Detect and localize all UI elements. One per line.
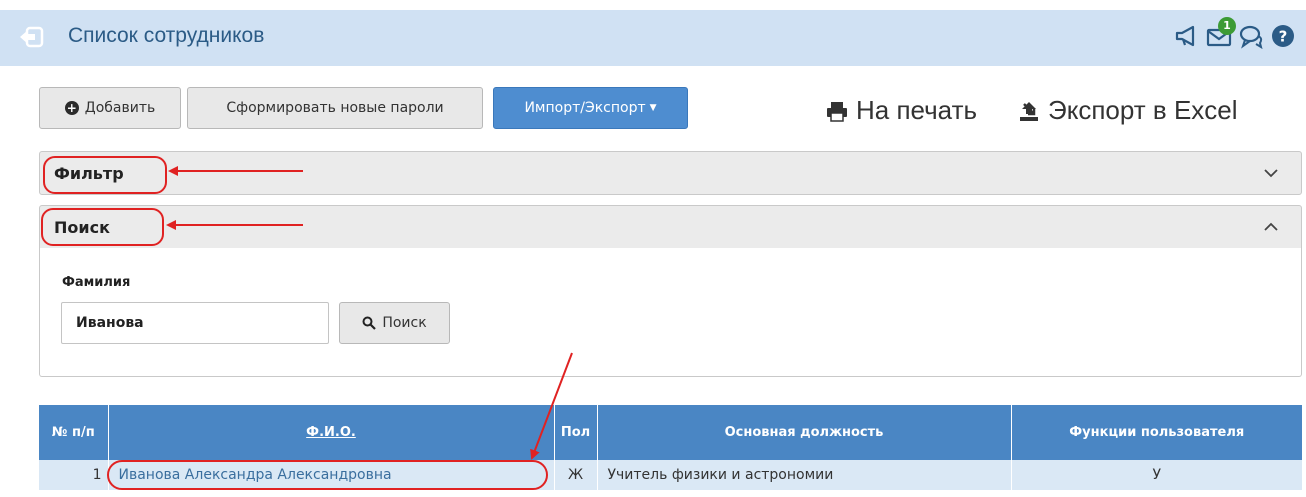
col-header-sex[interactable]: Пол [554, 405, 598, 460]
page-title: Список сотрудников [68, 24, 265, 47]
search-panel-title: Поиск [54, 218, 110, 237]
header-icons: 1 ? [1174, 17, 1296, 49]
megaphone-icon[interactable] [1174, 23, 1200, 49]
filter-panel-title: Фильтр [54, 164, 124, 183]
filter-panel-header[interactable]: Фильтр [39, 151, 1302, 195]
chevron-down-icon[interactable] [1263, 166, 1279, 180]
cell-fio: Иванова Александра Александровна [108, 460, 555, 490]
surname-input[interactable] [61, 302, 329, 344]
import-export-dropdown[interactable]: Импорт/Экспорт ▼ [493, 87, 688, 129]
employees-table: № п/п Ф.И.О. Пол Основная должность Функ… [39, 405, 1302, 490]
search-icon [362, 316, 377, 330]
cell-num: 1 [39, 460, 109, 490]
generate-passwords-button[interactable]: Сформировать новые пароли [187, 87, 483, 129]
employee-name-link[interactable]: Иванова Александра Александровна [109, 467, 392, 483]
chevron-up-icon[interactable] [1263, 220, 1279, 234]
print-link[interactable]: На печать [826, 95, 977, 126]
generate-passwords-label: Сформировать новые пароли [226, 100, 444, 116]
export-excel-link[interactable]: Экспорт в Excel [1018, 95, 1238, 126]
cell-sex: Ж [554, 460, 598, 490]
plus-circle-icon: + [64, 101, 79, 115]
search-panel-body: Фамилия Поиск [39, 248, 1302, 377]
col-header-functions[interactable]: Функции пользователя [1011, 405, 1302, 460]
chat-icon[interactable] [1238, 23, 1264, 49]
cell-position: Учитель физики и астрономии [597, 460, 1012, 490]
import-export-label: Импорт/Экспорт [524, 100, 646, 116]
svg-text:?: ? [1279, 28, 1288, 46]
printer-icon [827, 101, 847, 122]
table-header-row: № п/п Ф.И.О. Пол Основная должность Функ… [39, 405, 1302, 460]
caret-down-icon: ▼ [649, 103, 657, 113]
page-header: Список сотрудников 1 ? [0, 10, 1306, 66]
print-label: На печать [856, 95, 978, 125]
mail-badge: 1 [1218, 17, 1236, 35]
col-header-fio[interactable]: Ф.И.О. [108, 405, 555, 460]
search-button[interactable]: Поиск [339, 302, 450, 344]
back-icon[interactable] [18, 26, 44, 48]
search-button-label: Поиск [382, 315, 427, 331]
col-header-num[interactable]: № п/п [39, 405, 109, 460]
cell-functions: У [1011, 460, 1302, 490]
mail-button[interactable]: 1 [1206, 17, 1236, 49]
add-button[interactable]: + Добавить [39, 87, 181, 129]
add-button-label: Добавить [84, 100, 156, 116]
export-excel-label: Экспорт в Excel [1048, 95, 1238, 125]
help-icon[interactable]: ? [1270, 23, 1296, 49]
surname-label: Фамилия [62, 275, 131, 290]
table-row: 1 Иванова Александра Александровна Ж Учи… [39, 460, 1302, 490]
export-icon [1020, 101, 1038, 121]
search-panel-header[interactable]: Поиск [39, 205, 1302, 249]
col-header-position[interactable]: Основная должность [597, 405, 1012, 460]
